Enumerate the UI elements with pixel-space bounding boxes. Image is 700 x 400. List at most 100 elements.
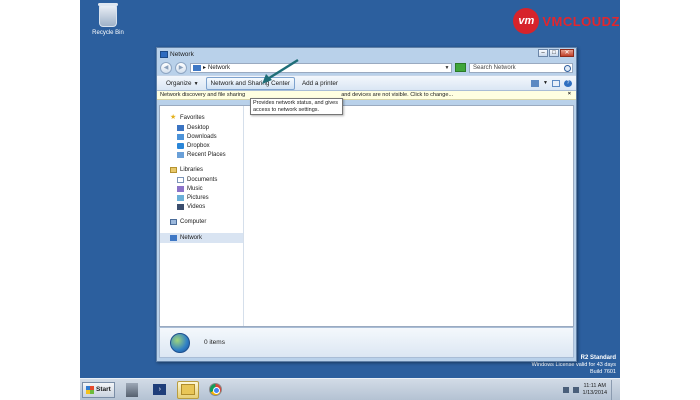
network-discovery-infobar[interactable]: Network discovery and file sharing and d… (157, 91, 576, 100)
downloads-icon (177, 133, 184, 140)
explorer-body: ★ Favorites Desktop Downloads Dropbox Re… (159, 105, 574, 327)
chevron-down-icon[interactable]: ▼ (443, 65, 451, 71)
folder-icon (180, 384, 195, 395)
help-icon[interactable]: ? (564, 79, 572, 87)
navigation-pane: ★ Favorites Desktop Downloads Dropbox Re… (160, 106, 244, 326)
windows-logo-icon (86, 385, 94, 394)
chrome-icon (209, 383, 223, 396)
item-count: 0 items (204, 339, 225, 346)
preview-pane-icon[interactable] (552, 79, 560, 87)
show-desktop-button[interactable] (611, 379, 617, 400)
address-row: ◀ ▶ ▸ Network ▼ Search Network (157, 60, 576, 75)
powershell-icon: › (153, 384, 167, 395)
brand-logo: vm (513, 8, 540, 34)
nav-item-downloads[interactable]: Downloads (160, 132, 243, 141)
nav-item-dropbox[interactable]: Dropbox (160, 141, 243, 150)
window-titlebar[interactable]: Network – □ ✕ (157, 48, 576, 60)
brand-wordmark: VMCLOUDZ (542, 13, 620, 29)
address-location: Network (208, 64, 231, 71)
nav-item-label: Pictures (187, 194, 209, 201)
nav-item-recent-places[interactable]: Recent Places (160, 150, 243, 159)
taskbar: Start › 11:11 AM 1/13/2014 (80, 378, 620, 400)
nav-item-label: Desktop (187, 124, 210, 131)
minimize-button[interactable]: – (538, 49, 548, 57)
recent-places-icon (177, 151, 184, 158)
computer-icon (170, 219, 177, 225)
add-printer-button[interactable]: Add a printer (297, 77, 343, 90)
infobar-close-icon[interactable]: × (568, 91, 571, 97)
clock[interactable]: 11:11 AM 1/13/2014 (583, 383, 607, 397)
change-view-icon[interactable] (531, 79, 539, 87)
nav-group-label: Computer (180, 219, 207, 225)
taskbar-server-manager[interactable] (121, 381, 143, 399)
nav-group-label: Network (180, 235, 203, 241)
recycle-bin-label: Recycle Bin (92, 30, 124, 36)
back-button[interactable]: ◀ (160, 61, 172, 74)
nav-item-label: Documents (187, 176, 218, 183)
tooltip: Provides network status, and gives acces… (250, 98, 343, 115)
taskbar-powershell[interactable]: › (149, 381, 171, 399)
videos-icon (177, 203, 184, 210)
star-icon: ★ (170, 114, 177, 121)
server-manager-icon (125, 382, 138, 397)
recycle-bin[interactable]: Recycle Bin (88, 3, 128, 36)
chevron-down-icon[interactable]: ▼ (543, 80, 548, 87)
nav-item-videos[interactable]: Videos (160, 202, 243, 211)
nav-item-music[interactable]: Music (160, 184, 243, 193)
file-list-area[interactable] (244, 106, 573, 326)
organize-button[interactable]: Organize ▼ (161, 77, 204, 90)
network-icon (170, 235, 177, 241)
network-sharing-center-button[interactable]: Network and Sharing Center (205, 76, 295, 90)
nav-group-libraries[interactable]: Libraries (160, 165, 243, 175)
start-button[interactable]: Start (82, 381, 115, 398)
window-title: Network (170, 50, 194, 58)
pictures-icon (177, 194, 184, 201)
tray-network-icon[interactable] (572, 386, 579, 393)
nav-group-label: Favorites (180, 114, 205, 121)
music-icon (177, 185, 184, 192)
nav-item-label: Downloads (187, 133, 217, 140)
windows-build: Build 7601 (590, 369, 616, 375)
infobar-text-left: Network discovery and file sharing (160, 92, 246, 98)
network-icon (193, 64, 201, 71)
details-pane: 0 items (159, 327, 574, 358)
network-globe-icon (170, 332, 190, 353)
search-input[interactable]: Search Network (469, 62, 573, 73)
taskbar-explorer[interactable] (176, 380, 199, 399)
taskbar-chrome[interactable] (205, 381, 227, 399)
brand-watermark: vm VMCLOUDZ (513, 8, 620, 34)
nav-group-label: Libraries (180, 167, 204, 173)
nav-item-pictures[interactable]: Pictures (160, 193, 243, 202)
forward-button[interactable]: ▶ (175, 61, 187, 74)
refresh-button[interactable] (455, 63, 466, 72)
dropbox-icon (177, 142, 184, 149)
windows-license: Windows License valid for 43 days (531, 362, 616, 368)
maximize-button[interactable]: □ (549, 49, 559, 57)
nav-item-computer[interactable]: Computer (160, 217, 243, 227)
nav-item-label: Recent Places (187, 151, 226, 158)
clock-date: 1/13/2014 (582, 389, 607, 396)
address-bar[interactable]: ▸ Network ▼ (190, 62, 452, 73)
start-label: Start (96, 386, 111, 393)
tray-flag-icon[interactable] (562, 386, 569, 393)
nav-item-documents[interactable]: Documents (160, 175, 243, 184)
network-icon (160, 50, 168, 58)
explorer-window: Network – □ ✕ ◀ ▶ ▸ Network ▼ Search Net… (156, 47, 577, 362)
desktop-icon (177, 124, 184, 131)
organize-label: Organize (166, 79, 192, 87)
chevron-right-icon: ▸ (203, 65, 207, 71)
infobar-text-right: and devices are not visible. Click to ch… (341, 92, 454, 98)
close-button[interactable]: ✕ (560, 49, 574, 57)
clock-time: 11:11 AM (583, 382, 606, 389)
nav-group-favorites[interactable]: ★ Favorites (160, 112, 243, 123)
nav-item-desktop[interactable]: Desktop (160, 123, 243, 132)
command-bar: Organize ▼ Network and Sharing Center Add… (157, 75, 576, 91)
documents-icon (177, 176, 184, 183)
view-controls: ▼ ? (531, 79, 572, 87)
window-caption-buttons: – □ ✕ (538, 49, 574, 57)
nav-item-label: Dropbox (187, 142, 210, 149)
search-placeholder: Search Network (473, 64, 516, 71)
chevron-down-icon: ▼ (193, 80, 199, 87)
nav-item-network[interactable]: Network (160, 233, 243, 243)
search-icon[interactable] (564, 64, 571, 72)
